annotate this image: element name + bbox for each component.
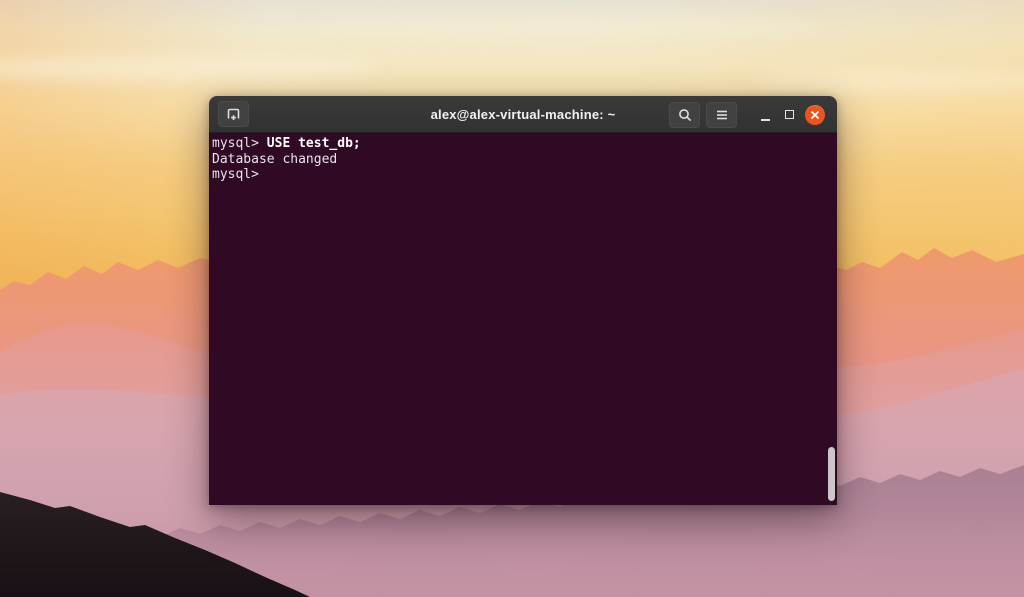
mysql-prompt: mysql> xyxy=(212,136,259,151)
close-icon xyxy=(810,110,820,119)
terminal-content[interactable]: mysql> USE test_db; Database changed mys… xyxy=(209,133,837,505)
window-titlebar[interactable]: alex@alex-virtual-machine: ~ xyxy=(209,96,837,133)
command-output: Database changed xyxy=(212,151,338,167)
new-tab-button[interactable] xyxy=(218,101,249,127)
maximize-button[interactable] xyxy=(777,102,801,128)
mysql-prompt: mysql> xyxy=(212,167,259,182)
typed-command: USE test_db; xyxy=(266,136,361,151)
terminal-line: mysql> USE test_db; xyxy=(212,136,827,152)
tab-new-icon xyxy=(227,108,240,120)
terminal-line: Database changed xyxy=(212,152,827,168)
search-button[interactable] xyxy=(669,101,700,128)
terminal-line: mysql> xyxy=(212,167,827,183)
menu-button[interactable] xyxy=(706,101,737,128)
terminal-window: alex@alex-virtual-machine: ~ mysql> USE … xyxy=(209,96,837,505)
minimize-icon xyxy=(760,118,770,121)
scrollbar-thumb[interactable] xyxy=(828,447,835,501)
minimize-button[interactable] xyxy=(753,102,777,128)
maximize-icon xyxy=(784,110,794,119)
desktop-wallpaper: alex@alex-virtual-machine: ~ mysql> USE … xyxy=(0,0,1024,597)
search-icon xyxy=(678,108,691,121)
hamburger-menu-icon xyxy=(716,110,727,119)
close-button[interactable] xyxy=(805,104,825,125)
